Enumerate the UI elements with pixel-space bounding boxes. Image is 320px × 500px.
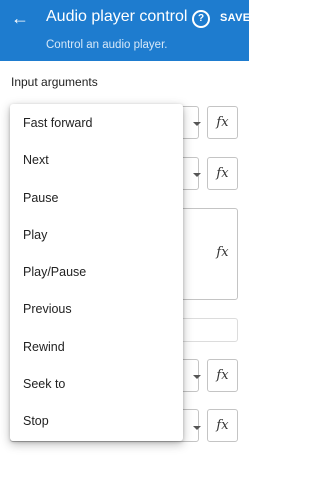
formula-toggle-button[interactable]: fx [207,409,238,442]
page-title: Audio player control [46,8,188,25]
menu-item-play-pause[interactable]: Play/Pause [10,254,183,291]
chevron-down-icon[interactable] [193,375,201,379]
menu-item-rewind[interactable]: Rewind [10,329,183,366]
menu-item-seek-to[interactable]: Seek to [10,366,183,403]
dropdown-menu: Fast forward Next Pause Play Play/Pause … [10,104,183,441]
help-icon[interactable]: ? [192,10,210,28]
menu-item-previous[interactable]: Previous [10,291,183,328]
back-arrow-icon[interactable]: ← [10,7,30,29]
menu-item-play[interactable]: Play [10,217,183,254]
formula-toggle-button[interactable]: fx [207,157,238,190]
page-subtitle: Control an audio player. [46,39,168,51]
menu-item-next[interactable]: Next [10,142,183,179]
chevron-down-icon[interactable] [193,426,201,430]
formula-toggle-button[interactable]: fx [207,208,238,300]
chevron-down-icon[interactable] [193,122,201,126]
section-label: Input arguments [11,75,98,89]
app-bar: ← Audio player control Control an audio … [0,0,250,61]
formula-toggle-button[interactable]: fx [207,359,238,392]
save-button[interactable]: SAVE [220,12,250,24]
formula-toggle-button[interactable]: fx [207,106,238,139]
chevron-down-icon[interactable] [193,173,201,177]
menu-item-stop[interactable]: Stop [10,403,183,440]
menu-item-pause[interactable]: Pause [10,180,183,217]
menu-item-fast-forward[interactable]: Fast forward [10,105,183,142]
